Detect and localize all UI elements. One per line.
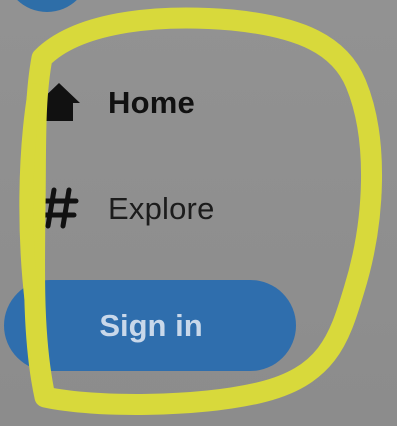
nav-item-label: Explore bbox=[108, 190, 215, 226]
left-navigation: Home Explore Sign in bbox=[0, 0, 397, 426]
nav-item-label: Home bbox=[108, 84, 195, 120]
nav-item-explore[interactable]: Explore bbox=[32, 180, 215, 236]
sign-in-button[interactable]: Sign in bbox=[4, 280, 296, 371]
home-icon bbox=[32, 75, 86, 129]
hash-icon bbox=[32, 181, 86, 235]
nav-item-home[interactable]: Home bbox=[32, 74, 195, 130]
screen-background: Home Explore Sign in bbox=[0, 0, 397, 426]
